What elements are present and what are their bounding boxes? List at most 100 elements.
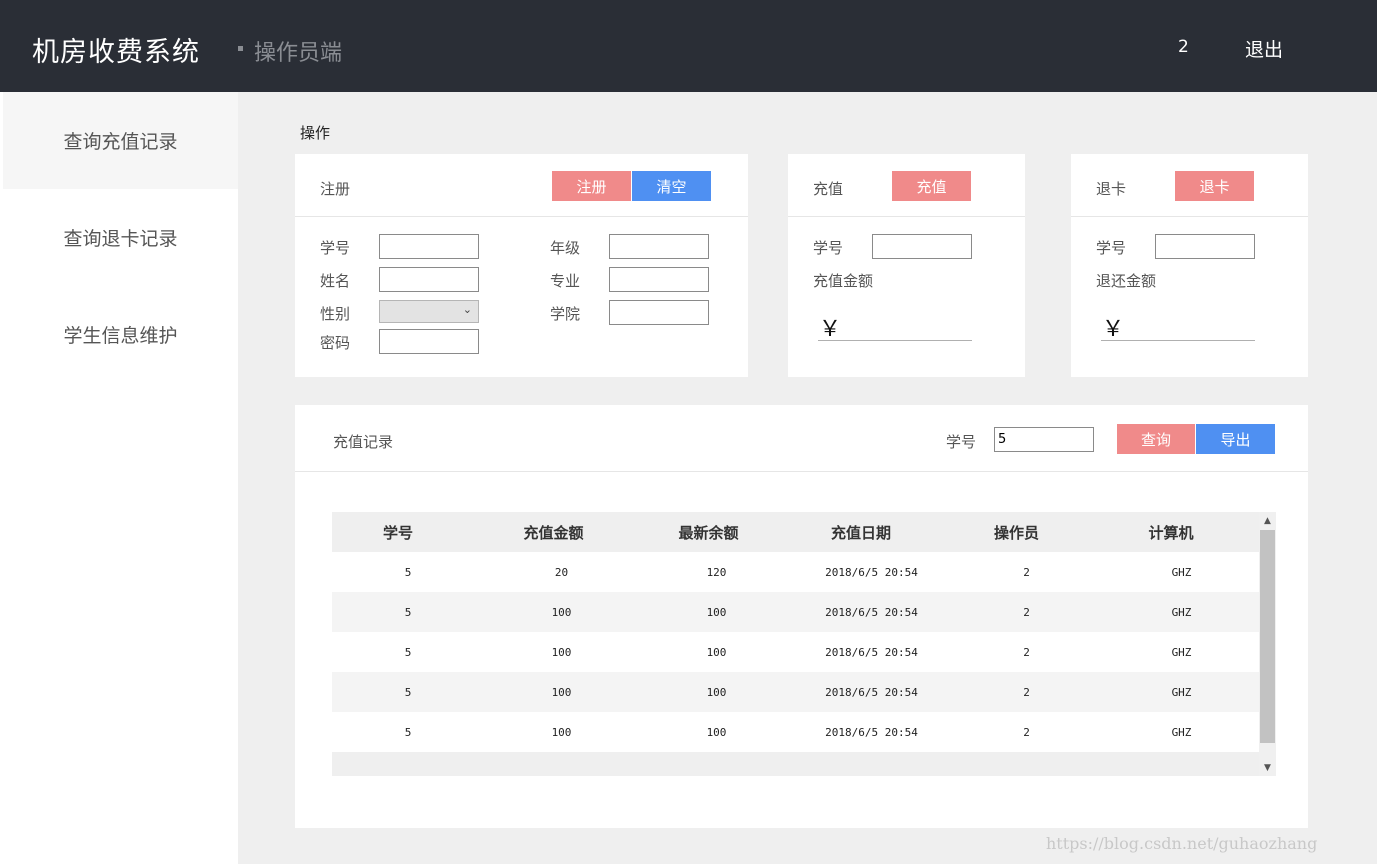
register-name-input[interactable] [379,267,479,292]
table-footer [332,752,1259,776]
cell-date: 2018/6/5 20:54 [825,565,918,579]
cell-student-id: 5 [404,645,412,659]
gender-select[interactable]: ⌄ [379,300,479,323]
cell-amount: 20 [554,565,569,579]
records-search-input[interactable] [994,427,1094,452]
table-header: 学号 充值金额 最新余额 充值日期 操作员 计算机 [332,512,1259,552]
cell-computer: GHZ [1171,565,1192,579]
cell-amount: 100 [551,645,572,659]
records-search-label: 学号 [946,433,977,451]
sidebar-item-student-info[interactable]: 学生信息维护 [3,286,238,383]
cell-date: 2018/6/5 20:54 [825,685,918,699]
cell-operator: 2 [1023,565,1030,579]
major-label: 专业 [550,272,581,290]
column-header[interactable]: 学号 [332,512,464,552]
section-title: 操作 [300,124,331,142]
register-major-input[interactable] [609,267,709,292]
cell-computer: GHZ [1171,725,1192,739]
subtitle-bullet [238,46,243,51]
cell-computer: GHZ [1171,645,1192,659]
refund-amount-input[interactable] [1101,340,1255,341]
column-header[interactable]: 计算机 [1094,512,1248,552]
column-header[interactable]: 充值日期 [786,512,936,552]
cell-operator: 2 [1023,645,1030,659]
refund-student-id-input[interactable] [1155,234,1255,259]
recharge-student-id-input[interactable] [872,234,972,259]
cell-student-id: 5 [404,605,412,619]
scrollbar-thumb[interactable] [1260,530,1275,743]
yuan-icon: ￥ [1102,317,1125,342]
college-label: 学院 [550,305,581,323]
cell-balance: 120 [706,565,727,579]
cell-amount: 100 [551,605,572,619]
sidebar-item-refund-records[interactable]: 查询退卡记录 [3,189,238,286]
logout-button[interactable]: 退出 [1245,35,1283,62]
recharge-card-title: 充值 [813,180,844,198]
refund-button[interactable]: 退卡 [1175,171,1254,201]
yuan-icon: ￥ [819,317,842,342]
register-password-input[interactable] [379,329,479,354]
table-scrollbar[interactable]: ▲ ▼ [1259,512,1276,776]
cell-date: 2018/6/5 20:54 [825,605,918,619]
refund-amount-label: 退还金额 [1096,272,1157,290]
refund-card-title: 退卡 [1096,180,1127,198]
register-button[interactable]: 注册 [552,171,631,201]
current-user: 2 [1178,37,1189,57]
recharge-button[interactable]: 充值 [892,171,971,201]
cell-computer: GHZ [1171,605,1192,619]
cell-amount: 100 [551,725,572,739]
scroll-down-arrow-icon[interactable]: ▼ [1259,759,1276,776]
records-title: 充值记录 [333,433,394,451]
register-college-input[interactable] [609,300,709,325]
column-header[interactable]: 充值金额 [476,512,631,552]
cell-student-id: 5 [404,725,412,739]
chevron-down-icon: ⌄ [462,303,472,316]
card-divider [295,216,748,217]
table-row[interactable]: 5 100 100 2018/6/5 20:54 2 GHZ [332,712,1259,752]
top-header: 机房收费系统 操作员端 2 退出 [0,0,1377,92]
table-row[interactable]: 5 100 100 2018/6/5 20:54 2 GHZ [332,632,1259,672]
refund-card: 退卡 退卡 学号 退还金额 ￥ [1071,154,1308,377]
watermark: https://blog.csdn.net/guhaozhang [1046,834,1318,853]
column-header[interactable]: 操作员 [944,512,1089,552]
register-grade-input[interactable] [609,234,709,259]
grade-label: 年级 [550,239,581,257]
cell-student-id: 5 [404,685,412,699]
cell-balance: 100 [706,725,727,739]
cell-computer: GHZ [1171,685,1192,699]
cell-operator: 2 [1023,725,1030,739]
gender-label: 性别 [320,305,351,323]
recharge-card: 充值 充值 学号 充值金额 ￥ [788,154,1025,377]
table-row[interactable]: 5 20 120 2018/6/5 20:54 2 GHZ [332,552,1259,592]
recharge-amount-input[interactable] [818,340,972,341]
scroll-up-arrow-icon[interactable]: ▲ [1259,512,1276,529]
cell-balance: 100 [706,685,727,699]
table-row[interactable]: 5 100 100 2018/6/5 20:54 2 GHZ [332,672,1259,712]
export-button[interactable]: 导出 [1196,424,1275,454]
refund-student-id-label: 学号 [1096,239,1127,257]
cell-operator: 2 [1023,605,1030,619]
recharge-student-id-label: 学号 [813,239,844,257]
password-label: 密码 [320,334,351,352]
cell-balance: 100 [706,645,727,659]
sidebar: 查询充值记录 查询退卡记录 学生信息维护 [0,92,238,864]
cell-operator: 2 [1023,685,1030,699]
register-card: 注册 注册 清空 学号 姓名 性别 ⌄ 密码 年级 专业 学院 [295,154,748,377]
name-label: 姓名 [320,272,351,290]
register-student-id-input[interactable] [379,234,479,259]
recharge-amount-label: 充值金额 [813,272,874,290]
app-subtitle: 操作员端 [254,41,343,66]
student-id-label: 学号 [320,239,351,257]
sidebar-item-recharge-records[interactable]: 查询充值记录 [3,92,238,189]
card-divider [1071,216,1308,217]
column-header[interactable]: 最新余额 [631,512,786,552]
clear-button[interactable]: 清空 [632,171,711,201]
table-row[interactable]: 5 100 100 2018/6/5 20:54 2 GHZ [332,592,1259,632]
register-card-title: 注册 [320,180,351,198]
app-title: 机房收费系统 [32,37,200,68]
card-divider [295,471,1308,472]
cell-amount: 100 [551,685,572,699]
cell-student-id: 5 [404,565,412,579]
query-button[interactable]: 查询 [1117,424,1195,454]
card-divider [788,216,1025,217]
